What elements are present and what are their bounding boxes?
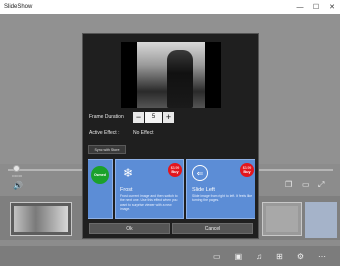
buy-badge[interactable]: $3.99 Buy <box>168 163 182 177</box>
split-icon[interactable]: ▭ <box>302 180 310 189</box>
app-window: SlideShow — ☐ ✕ 0:00:00 🔊 ❐ ▭ ⤢ ▭ ▣ ♫ ⊞ … <box>0 0 340 266</box>
owned-badge: Owned <box>91 166 109 184</box>
timeline-thumbnail[interactable] <box>262 202 302 236</box>
music-icon[interactable]: ♫ <box>256 252 262 261</box>
bottom-toolbar: ▭ ▣ ♫ ⊞ ⚙ ⋯ <box>0 246 340 266</box>
text-icon[interactable]: ⊞ <box>276 252 283 261</box>
effect-card-owned[interactable]: Owned <box>88 159 113 219</box>
effect-description: Slide image from right to left. It feels… <box>192 194 253 203</box>
title-bar: SlideShow — ☐ ✕ <box>0 0 340 14</box>
maximize-button[interactable]: ☐ <box>308 0 324 14</box>
close-button[interactable]: ✕ <box>324 0 340 14</box>
effect-card-frost[interactable]: ❄ $3.99 Buy Frost Frost current image an… <box>115 159 184 219</box>
more-icon[interactable]: ⋯ <box>318 252 326 261</box>
timeline-add-slot[interactable] <box>305 202 337 238</box>
preview-icon[interactable]: ▣ <box>235 252 243 261</box>
effect-card-slide-left[interactable]: ⇐ $3.99 Buy Slide Left Slide image from … <box>186 159 255 219</box>
fullscreen-icon[interactable]: ⤢ <box>318 180 324 190</box>
minimize-button[interactable]: — <box>292 0 308 14</box>
effect-name: Slide Left <box>192 187 215 193</box>
snowflake-icon: ❄ <box>122 166 134 180</box>
sync-store-button[interactable]: Sync with Store <box>88 145 126 154</box>
slide-preview-image <box>137 42 205 108</box>
duration-decrease-button[interactable]: − <box>133 112 144 123</box>
effect-name: Frost <box>120 187 133 193</box>
effect-dialog: Frame Duration − 5 + Active Effect : No … <box>82 33 259 239</box>
buy-badge[interactable]: $3.99 Buy <box>240 163 254 177</box>
timeline-thumbnail[interactable] <box>10 202 72 236</box>
window-title: SlideShow <box>4 4 33 10</box>
ok-button[interactable]: Ok <box>89 223 170 234</box>
add-media-icon[interactable]: ▭ <box>213 252 221 261</box>
timeline-knob[interactable] <box>13 165 20 172</box>
active-effect-label: Active Effect : <box>89 130 120 136</box>
effects-carousel[interactable]: Owned ❄ $3.99 Buy Frost Frost current im… <box>88 159 255 219</box>
time-label: 0:00:00 <box>12 174 23 178</box>
slide-left-icon: ⇐ <box>192 165 208 181</box>
slide-preview <box>121 42 221 108</box>
effect-description: Frost current image and then switch to t… <box>120 194 178 211</box>
cancel-button[interactable]: Cancel <box>172 223 253 234</box>
active-effect-value: No Effect <box>133 130 154 136</box>
frame-duration-label: Frame Duration <box>89 114 124 120</box>
duration-input[interactable]: 5 <box>145 112 162 123</box>
copy-icon[interactable]: ❐ <box>285 180 292 189</box>
settings-icon[interactable]: ⚙ <box>297 252 304 261</box>
duration-increase-button[interactable]: + <box>163 112 174 123</box>
speaker-icon[interactable]: 🔊 <box>13 181 23 190</box>
